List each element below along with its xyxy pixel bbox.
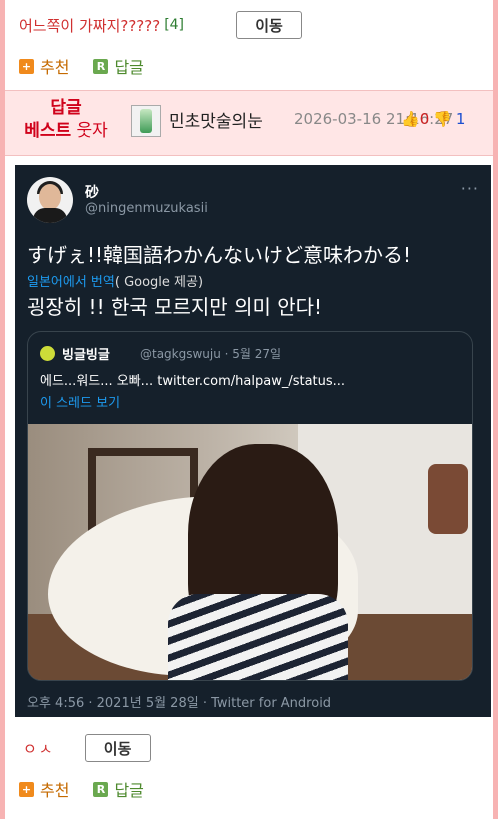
answer-label: 답글 — [114, 58, 144, 77]
more-icon: ··· — [460, 179, 479, 198]
recommend-label-2: 추천 — [40, 781, 70, 800]
avatar[interactable] — [131, 105, 161, 137]
quote-thread-link: 이 스레드 보기 — [40, 396, 121, 411]
thumbs-down-icon[interactable]: 👎 — [433, 110, 452, 128]
bottle-icon — [140, 109, 152, 133]
reply-count: [4] — [164, 17, 185, 33]
reply-actions: + 추천 R 답글 — [5, 53, 493, 79]
quote-name: 빙글빙글 — [62, 348, 110, 363]
nickname[interactable]: 민초맛술의눈 — [169, 107, 263, 132]
quote-text: 에드...워드... 오빠... twitter.com/halpaw_/sta… — [40, 374, 346, 389]
tweet-avatar — [27, 177, 73, 223]
plus-icon: + — [19, 781, 34, 797]
best-comment-bar: 답글 베스트 웃자 민초맛술의눈 2026-03-16 21:16:27 👍 0 … — [5, 90, 493, 156]
tweet-handle: @ningenmuzukasii — [85, 201, 208, 216]
tweet-jp-text: すげぇ!!韓国語わかんないけど意味わかる! — [27, 243, 412, 267]
quoted-tweet: 빙글빙글 @tagkgswuju · 5월 27일 에드...워드... 오빠.… — [27, 331, 473, 681]
page: 어느쪽이 가짜지????? [4] 이동 + 추천 R 답글 답글 베스트 웃자… — [5, 0, 493, 819]
vote-counts: 👍 0 👎 1 — [401, 110, 465, 128]
reply-title[interactable]: 어느쪽이 가짜지????? — [19, 15, 160, 36]
comment-row: ㅇㅅ 이동 — [5, 734, 493, 762]
quote-meta: @tagkgswuju · 5월 27일 — [140, 347, 282, 361]
answer-button-2[interactable]: R 답글 — [93, 777, 144, 801]
best-badge-bold: 베스트 — [24, 121, 72, 141]
comment-text[interactable]: ㅇㅅ — [23, 738, 55, 759]
up-count: 0 — [419, 110, 430, 128]
best-badge: 답글 베스트 웃자 — [11, 97, 121, 143]
translation-note: 일본어에서 번역( Google 제공) — [27, 271, 203, 290]
reply-icon: R — [93, 781, 109, 797]
comment-actions: + 추천 R 답글 — [5, 776, 493, 802]
down-count: 1 — [455, 110, 466, 128]
translate-suffix: 제공) — [174, 275, 204, 290]
translate-google: ( Google — [114, 275, 170, 290]
tweet-screenshot: 砂 @ningenmuzukasii ··· すげぇ!!韓国語わかんないけど意味… — [15, 165, 491, 717]
answer-button[interactable]: R 답글 — [93, 54, 144, 78]
best-badge-line1: 답글 — [50, 98, 82, 118]
tweet-name: 砂 — [85, 185, 99, 201]
quote-photo — [28, 424, 472, 680]
quote-avatar — [40, 346, 55, 361]
answer-label-2: 답글 — [114, 781, 144, 800]
reply-header: 어느쪽이 가짜지????? [4] 이동 — [5, 10, 493, 40]
tweet-ko-text: 굉장히 !! 한국 모르지만 의미 안다! — [27, 295, 323, 319]
recommend-button-2[interactable]: + 추천 — [19, 777, 69, 801]
reply-icon: R — [93, 58, 109, 74]
recommend-button[interactable]: + 추천 — [19, 54, 69, 78]
recommend-label: 추천 — [40, 58, 70, 77]
move-button-2[interactable]: 이동 — [84, 734, 151, 762]
best-badge-category: 웃자 — [76, 121, 108, 141]
tweet-footer: 오후 4:56 · 2021년 5월 28일 · Twitter for And… — [27, 696, 332, 711]
move-button[interactable]: 이동 — [236, 11, 303, 39]
plus-icon: + — [19, 58, 34, 74]
thumbs-up-icon[interactable]: 👍 — [401, 110, 420, 128]
translate-prefix: 일본어에서 번역 — [27, 275, 115, 290]
